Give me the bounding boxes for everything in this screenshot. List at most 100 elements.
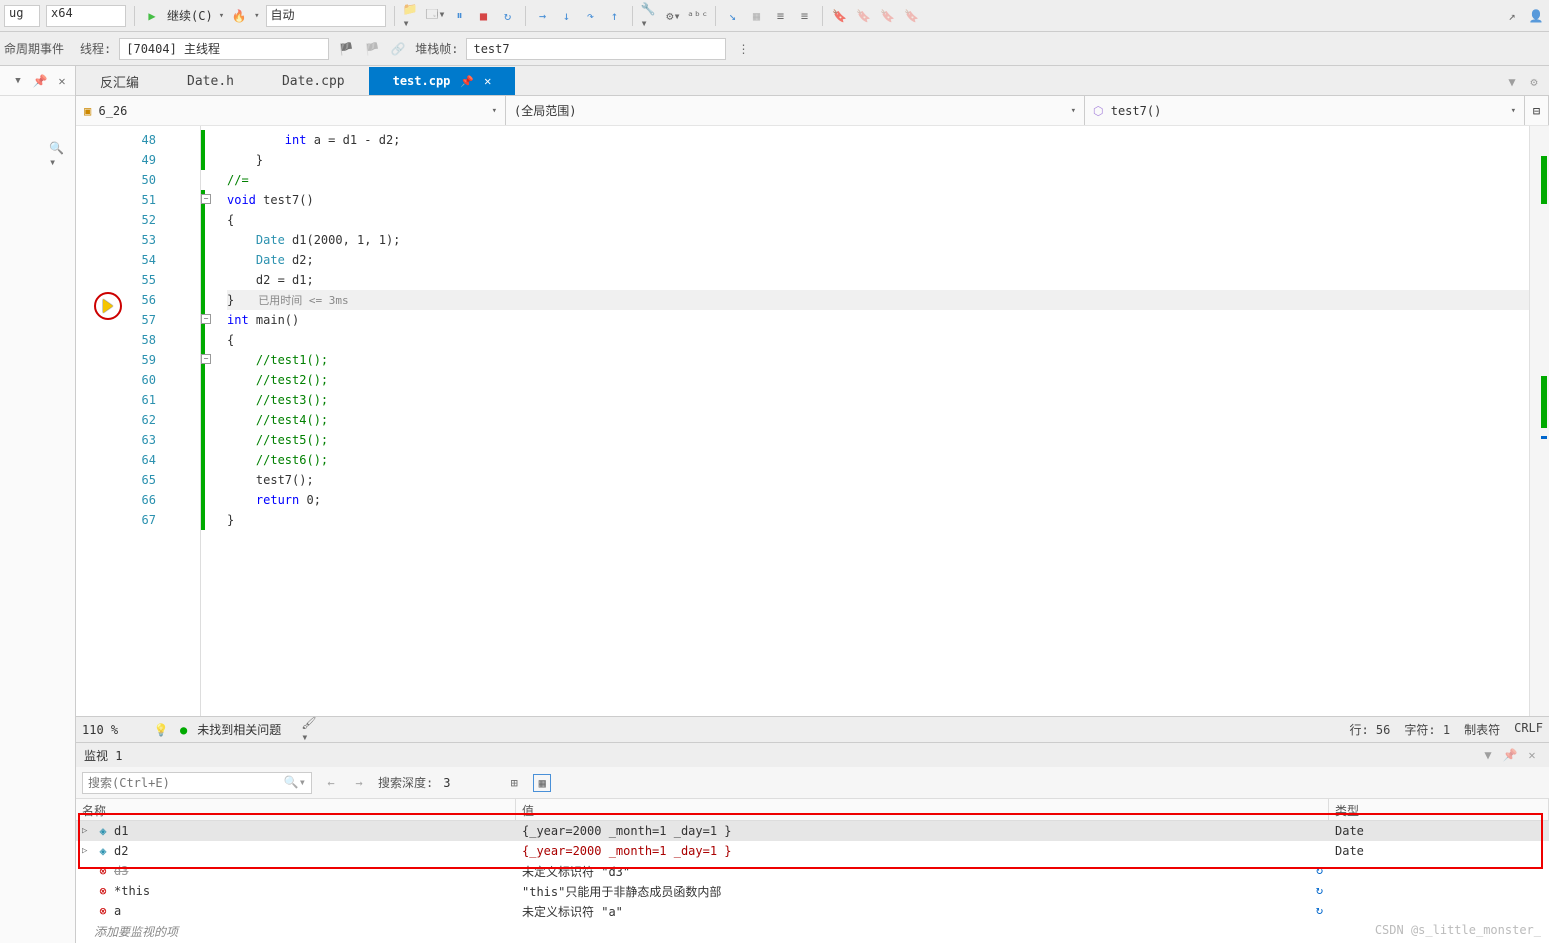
- abc-icon[interactable]: ᵃᵇᶜ: [689, 7, 707, 25]
- separator: [134, 6, 135, 26]
- scope-dropdown[interactable]: (全局范围) ▾: [506, 96, 1085, 125]
- indent-icon[interactable]: ≡: [772, 7, 790, 25]
- tool-icon[interactable]: 🔧▾: [641, 7, 659, 25]
- depth-label: 搜索深度:: [378, 774, 433, 791]
- mode-dropdown[interactable]: 自动: [266, 5, 386, 27]
- platform-dropdown[interactable]: x64: [46, 5, 126, 27]
- col-indicator: 字符: 1: [1404, 721, 1450, 738]
- pin-icon[interactable]: 📌: [460, 75, 474, 88]
- back-icon[interactable]: ←: [322, 774, 340, 792]
- step-icon[interactable]: ↷: [582, 7, 600, 25]
- brush-icon[interactable]: 🖌▾: [301, 721, 319, 739]
- flag-icon[interactable]: 🏴: [363, 40, 381, 58]
- function-dropdown[interactable]: ⬡ test7() ▾: [1085, 96, 1525, 125]
- watch-header: 名称 值 类型: [76, 799, 1549, 821]
- hot-reload-icon[interactable]: 🔥: [230, 7, 248, 25]
- search-input[interactable]: [82, 772, 312, 794]
- zoom-dropdown[interactable]: 110 %: [82, 723, 142, 737]
- code-content[interactable]: int a = d1 - d2; }//=void test7(){ Date …: [219, 126, 1529, 716]
- chevron-down-icon[interactable]: ▼: [1503, 73, 1521, 91]
- watch-row[interactable]: ▷◈d1{_year=2000 _month=1 _day=1 }Date: [76, 821, 1549, 841]
- chevron-down-icon[interactable]: ▼: [1479, 746, 1497, 764]
- lifecycle-label: 命周期事件: [4, 40, 64, 57]
- close-icon[interactable]: ✕: [53, 72, 71, 90]
- context-bar: ▣ 6_26 ▾ (全局范围) ▾ ⬡ test7() ▾ ⊟: [76, 96, 1549, 126]
- watch-row[interactable]: ▷◈d2{_year=2000 _month=1 _day=1 }Date: [76, 841, 1549, 861]
- bulb-icon[interactable]: 💡: [152, 721, 170, 739]
- issues-label: 未找到相关问题: [197, 721, 281, 738]
- watch-row[interactable]: ⊗d3未定义标识符 "d3"↻: [76, 861, 1549, 881]
- outdent-icon[interactable]: ≡: [796, 7, 814, 25]
- separator: [822, 6, 823, 26]
- tool-icon[interactable]: ⚙▾: [665, 7, 683, 25]
- debug-toolbar: 命周期事件 线程: [70404] 主线程 🏴 🏴 🔗 堆栈帧: test7 ⋮: [0, 32, 1549, 66]
- stackframe-label: 堆栈帧:: [415, 40, 458, 57]
- project-dropdown[interactable]: ▣ 6_26 ▾: [76, 96, 506, 125]
- line-indicator: 行: 56: [1349, 721, 1390, 738]
- thread-dropdown[interactable]: [70404] 主线程: [119, 38, 329, 60]
- split-icon[interactable]: ⊟: [1525, 96, 1549, 125]
- watch-row[interactable]: ⊗*this"this"只能用于非静态成员函数内部↻: [76, 881, 1549, 901]
- header-name[interactable]: 名称: [76, 799, 516, 820]
- cursor-icon[interactable]: ↘: [724, 7, 742, 25]
- close-icon[interactable]: ✕: [1523, 746, 1541, 764]
- config-dropdown[interactable]: ug: [4, 5, 40, 27]
- flag-icon[interactable]: 🏴: [337, 40, 355, 58]
- grid-icon[interactable]: ⊞: [505, 774, 523, 792]
- tab-test-cpp[interactable]: test.cpp 📌 ✕: [369, 67, 516, 95]
- step-over-icon[interactable]: →: [534, 7, 552, 25]
- step-out-icon[interactable]: ↑: [606, 7, 624, 25]
- fold-icon[interactable]: −: [201, 314, 211, 324]
- user-icon[interactable]: 👤: [1527, 7, 1545, 25]
- forward-icon[interactable]: →: [350, 774, 368, 792]
- folder-icon[interactable]: 📁▾: [403, 7, 421, 25]
- fold-icon[interactable]: −: [201, 354, 211, 364]
- function-name: test7(): [1111, 104, 1162, 118]
- chevron-down-icon[interactable]: ▼: [9, 72, 27, 90]
- tab-date-cpp[interactable]: Date.cpp: [258, 67, 369, 95]
- execution-pointer-icon: [94, 292, 122, 320]
- stop-icon[interactable]: ■: [475, 7, 493, 25]
- watch-title: 监视 1: [84, 747, 122, 764]
- step-into-icon[interactable]: ↓: [558, 7, 576, 25]
- editor-tabs: 反汇编 Date.h Date.cpp test.cpp 📌 ✕ ▼ ⚙: [76, 66, 1549, 96]
- check-icon: ●: [180, 723, 187, 737]
- separator: [715, 6, 716, 26]
- view-icon[interactable]: ▦: [533, 774, 551, 792]
- code-editor[interactable]: 4849505152535455565758596061626364656667…: [76, 126, 1549, 716]
- header-type[interactable]: 类型: [1329, 799, 1549, 820]
- eol-indicator[interactable]: CRLF: [1514, 721, 1543, 738]
- format-icon[interactable]: ▦: [748, 7, 766, 25]
- search-icon[interactable]: 🔍▾: [49, 146, 67, 164]
- pin-icon[interactable]: 📌: [1501, 746, 1519, 764]
- bookmark-icon[interactable]: 🔖: [855, 7, 873, 25]
- window-icon[interactable]: 🗔▾: [427, 7, 445, 25]
- bookmark-icon[interactable]: 🔖: [903, 7, 921, 25]
- pause-icon[interactable]: ⏸: [451, 7, 469, 25]
- search-icon[interactable]: 🔍▾: [284, 775, 306, 789]
- depth-dropdown[interactable]: 3: [443, 776, 485, 790]
- close-icon[interactable]: ✕: [484, 74, 491, 88]
- play-icon[interactable]: ▶: [143, 7, 161, 25]
- share-icon[interactable]: ↗: [1503, 7, 1521, 25]
- pin-icon[interactable]: 📌: [31, 72, 49, 90]
- gear-icon[interactable]: ⚙: [1525, 73, 1543, 91]
- project-name: 6_26: [98, 104, 127, 118]
- watch-row[interactable]: ⊗a未定义标识符 "a"↻: [76, 901, 1549, 921]
- overview-ruler[interactable]: [1529, 126, 1549, 716]
- separator: [525, 6, 526, 26]
- bookmark-icon[interactable]: 🔖: [831, 7, 849, 25]
- link-icon[interactable]: 🔗: [389, 40, 407, 58]
- fold-icon[interactable]: −: [201, 194, 211, 204]
- watch-panel: 监视 1 ▼ 📌 ✕ 🔍▾ ← → 搜索深度: 3 ⊞ ▦: [76, 742, 1549, 943]
- header-value[interactable]: 值: [516, 799, 1329, 820]
- add-watch-hint[interactable]: 添加要监视的项: [76, 921, 1549, 943]
- tab-disassembly[interactable]: 反汇编: [76, 67, 163, 95]
- more-icon[interactable]: ⋮: [734, 40, 752, 58]
- continue-button[interactable]: 继续(C): [167, 7, 213, 24]
- bookmark-icon[interactable]: 🔖: [879, 7, 897, 25]
- tabs-indicator[interactable]: 制表符: [1464, 721, 1500, 738]
- stackframe-dropdown[interactable]: test7: [466, 38, 726, 60]
- restart-icon[interactable]: ↻: [499, 7, 517, 25]
- tab-date-h[interactable]: Date.h: [163, 67, 258, 95]
